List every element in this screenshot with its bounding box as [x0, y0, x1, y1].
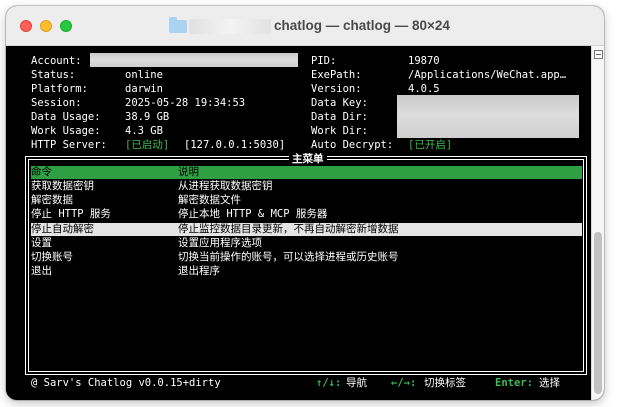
work-dir-label: Work Dir: [311, 125, 368, 137]
tab-keys-hint: ←/→: [391, 377, 417, 389]
vertical-scrollbar[interactable] [591, 46, 604, 400]
nav-keys-hint: ↑/↓: [316, 377, 342, 389]
menu-item-get-key[interactable]: 获取数据密钥 从进程获取数据密钥 [31, 180, 582, 193]
menu-item-quit[interactable]: 退出 退出程序 [31, 265, 582, 278]
pid-label: PID: [311, 55, 337, 67]
enter-label: 选择 [539, 377, 560, 389]
http-server-address: [127.0.0.1:5030] [184, 139, 286, 151]
menu-header-command: 命令 [31, 166, 52, 178]
redacted-title [189, 19, 271, 34]
app-version-label: @ Sarv's Chatlog v0.0.15+dirty [31, 377, 221, 389]
menu-item-command: 停止自动解密 [31, 223, 94, 235]
auto-decrypt-status: [已开启] [408, 139, 453, 151]
menu-item-command: 切换账号 [31, 251, 73, 263]
work-usage-value: 4.3 GB [125, 125, 163, 137]
pid-value: 19870 [408, 55, 440, 67]
menu-item-settings[interactable]: 设置 设置应用程序选项 [31, 237, 582, 250]
menu-header-row: 命令 说明 [31, 166, 582, 179]
title-bar: chatlog — chatlog — 80×24 [6, 6, 604, 46]
session-label: Session: [31, 97, 82, 109]
menu-item-command: 设置 [31, 237, 52, 249]
window-title: chatlog — chatlog — 80×24 [274, 18, 450, 33]
menu-item-description: 停止本地 HTTP & MCP 服务器 [178, 208, 328, 220]
http-server-label: HTTP Server: [31, 139, 107, 151]
exepath-label: ExePath: [311, 69, 362, 81]
minimize-button[interactable] [40, 20, 52, 32]
menu-item-description: 解密数据文件 [178, 194, 241, 206]
menu-item-decrypt[interactable]: 解密数据 解密数据文件 [31, 194, 582, 207]
data-key-label: Data Key: [311, 97, 368, 109]
data-usage-label: Data Usage: [31, 111, 101, 123]
http-server-status: [已启动] [125, 139, 170, 151]
redacted-paths [397, 95, 579, 138]
zoom-button[interactable] [60, 20, 72, 32]
auto-decrypt-label: Auto Decrypt: [311, 139, 394, 151]
menu-item-command: 停止 HTTP 服务 [31, 208, 111, 220]
exepath-value: /Applications/WeChat.app… [408, 69, 567, 81]
main-menu-title: 主菜单 [289, 153, 327, 166]
status-value: online [125, 69, 163, 81]
menu-item-description: 从进程获取数据密钥 [178, 180, 273, 192]
folder-icon [169, 17, 187, 33]
menu-header-description: 说明 [178, 166, 199, 178]
menu-item-command: 获取数据密钥 [31, 180, 94, 192]
data-dir-label: Data Dir: [311, 111, 368, 123]
redacted-account [90, 53, 298, 67]
menu-item-description: 设置应用程序选项 [178, 237, 262, 249]
enter-key-hint: Enter: [495, 377, 533, 389]
terminal-content[interactable]: Account: Status: online Platform: darwin… [6, 46, 591, 400]
work-usage-label: Work Usage: [31, 125, 101, 137]
status-label: Status: [31, 69, 76, 81]
tab-label: 切换标签 [424, 377, 466, 389]
menu-item-description: 切换当前操作的账号，可以选择进程或历史账号 [178, 251, 399, 263]
menu-item-stop-auto-decrypt[interactable]: 停止自动解密 停止监控数据目录更新，不再自动解密新增数据 [31, 223, 582, 236]
menu-item-command: 退出 [31, 265, 52, 277]
platform-label: Platform: [31, 83, 88, 95]
scrollbar-thumb[interactable] [594, 232, 602, 394]
version-label: Version: [311, 83, 362, 95]
menu-item-description: 退出程序 [178, 265, 220, 277]
data-usage-value: 38.9 GB [125, 111, 170, 123]
menu-item-description: 停止监控数据目录更新，不再自动解密新增数据 [178, 223, 399, 235]
scroll-marker-icon[interactable] [594, 50, 603, 59]
close-button[interactable] [20, 20, 32, 32]
menu-item-switch-account[interactable]: 切换账号 切换当前操作的账号，可以选择进程或历史账号 [31, 251, 582, 264]
session-value: 2025-05-28 19:34:53 [125, 97, 246, 109]
account-label: Account: [31, 55, 82, 67]
menu-item-stop-http[interactable]: 停止 HTTP 服务 停止本地 HTTP & MCP 服务器 [31, 208, 582, 221]
terminal-window: chatlog — chatlog — 80×24 Account: Statu… [6, 6, 604, 400]
platform-value: darwin [125, 83, 163, 95]
nav-label: 导航 [346, 377, 367, 389]
menu-item-command: 解密数据 [31, 194, 73, 206]
